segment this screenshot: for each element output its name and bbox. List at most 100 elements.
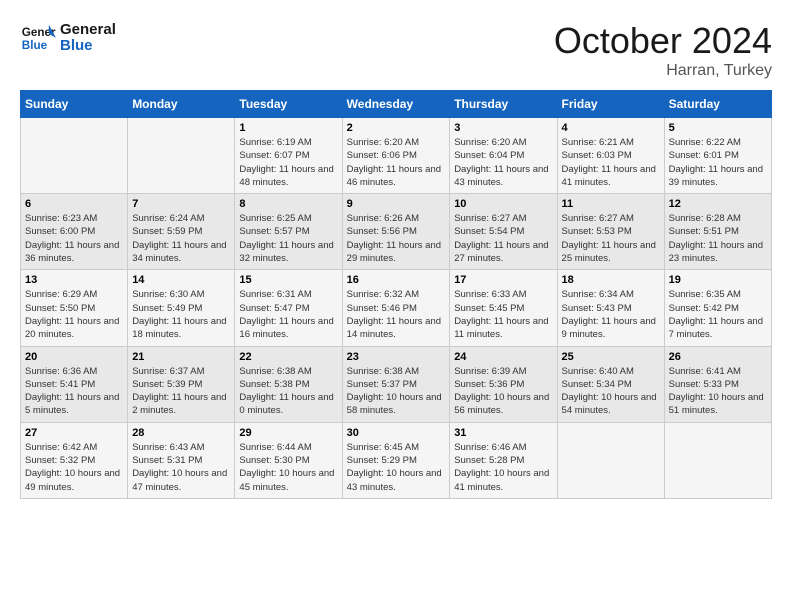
day-number: 14 [132,274,230,286]
calendar-cell: 11Sunrise: 6:27 AM Sunset: 5:53 PM Dayli… [557,194,664,270]
calendar-cell: 23 Sunrise: 6:38 AM Sunset: 5:37 PM Dayli… [342,346,450,422]
day-number: 31 [454,427,552,439]
days-header-row: SundayMondayTuesdayWednesdayThursdayFrid… [21,91,772,118]
calendar-cell: 10 Sunrise: 6:27 AM Sunset: 5:54 PM Dayli… [450,194,557,270]
calendar-cell: 20Sunrise: 6:36 AM Sunset: 5:41 PM Dayli… [21,346,128,422]
day-header-monday: Monday [128,91,235,118]
day-number: 10 [454,198,552,210]
day-number: 7 [132,198,230,210]
day-detail: Sunrise: 6:35 AM Sunset: 5:42 PM Dayligh… [669,288,767,341]
calendar-cell: 7Sunrise: 6:24 AM Sunset: 5:59 PM Daylig… [128,194,235,270]
calendar-cell: 17 Sunrise: 6:33 AM Sunset: 5:45 PM Dayli… [450,270,557,346]
day-detail: Sunrise: 6:34 AM Sunset: 5:43 PM Dayligh… [562,288,660,341]
day-number: 23 [347,351,446,363]
day-number: 3 [454,122,552,134]
calendar-cell: 26 Sunrise: 6:41 AM Sunset: 5:33 PM Dayli… [664,346,771,422]
calendar-cell: 25Sunrise: 6:40 AM Sunset: 5:34 PM Dayli… [557,346,664,422]
calendar-cell: 12Sunrise: 6:28 AM Sunset: 5:51 PM Dayli… [664,194,771,270]
week-row-1: 1 Sunrise: 6:19 AM Sunset: 6:07 PM Daylig… [21,118,772,194]
day-detail: Sunrise: 6:27 AM Sunset: 5:54 PM Dayligh… [454,212,552,265]
day-header-saturday: Saturday [664,91,771,118]
day-number: 25 [562,351,660,363]
week-row-3: 13 Sunrise: 6:29 AM Sunset: 5:50 PM Dayli… [21,270,772,346]
calendar-cell: 24Sunrise: 6:39 AM Sunset: 5:36 PM Dayli… [450,346,557,422]
week-row-5: 27 Sunrise: 6:42 AM Sunset: 5:32 PM Dayli… [21,422,772,498]
day-header-tuesday: Tuesday [235,91,342,118]
day-detail: Sunrise: 6:25 AM Sunset: 5:57 PM Dayligh… [239,212,337,265]
day-detail: Sunrise: 6:29 AM Sunset: 5:50 PM Dayligh… [25,288,123,341]
title-section: October 2024 Harran, Turkey [554,20,772,80]
day-detail: Sunrise: 6:23 AM Sunset: 6:00 PM Dayligh… [25,212,123,265]
calendar-cell: 9Sunrise: 6:26 AM Sunset: 5:56 PM Daylig… [342,194,450,270]
calendar-cell [128,118,235,194]
day-number: 30 [347,427,446,439]
day-number: 4 [562,122,660,134]
day-number: 9 [347,198,446,210]
calendar-cell: 14 Sunrise: 6:30 AM Sunset: 5:49 PM Dayli… [128,270,235,346]
day-detail: Sunrise: 6:46 AM Sunset: 5:28 PM Dayligh… [454,441,552,494]
day-number: 1 [239,122,337,134]
day-detail: Sunrise: 6:20 AM Sunset: 6:04 PM Dayligh… [454,136,552,189]
day-detail: Sunrise: 6:27 AM Sunset: 5:53 PM Dayligh… [562,212,660,265]
day-detail: Sunrise: 6:42 AM Sunset: 5:32 PM Dayligh… [25,441,123,494]
day-detail: Sunrise: 6:43 AM Sunset: 5:31 PM Dayligh… [132,441,230,494]
day-detail: Sunrise: 6:33 AM Sunset: 5:45 PM Dayligh… [454,288,552,341]
day-header-wednesday: Wednesday [342,91,450,118]
day-detail: Sunrise: 6:32 AM Sunset: 5:46 PM Dayligh… [347,288,446,341]
calendar-cell: 18 Sunrise: 6:34 AM Sunset: 5:43 PM Dayli… [557,270,664,346]
day-number: 8 [239,198,337,210]
calendar-cell [21,118,128,194]
svg-text:Blue: Blue [22,39,48,52]
day-header-friday: Friday [557,91,664,118]
calendar-cell: 27 Sunrise: 6:42 AM Sunset: 5:32 PM Dayli… [21,422,128,498]
calendar-cell: 15Sunrise: 6:31 AM Sunset: 5:47 PM Dayli… [235,270,342,346]
day-number: 18 [562,274,660,286]
day-number: 29 [239,427,337,439]
day-header-sunday: Sunday [21,91,128,118]
calendar-cell: 1 Sunrise: 6:19 AM Sunset: 6:07 PM Daylig… [235,118,342,194]
day-detail: Sunrise: 6:37 AM Sunset: 5:39 PM Dayligh… [132,365,230,418]
logo-icon: General Blue [20,20,56,56]
day-detail: Sunrise: 6:39 AM Sunset: 5:36 PM Dayligh… [454,365,552,418]
day-detail: Sunrise: 6:19 AM Sunset: 6:07 PM Dayligh… [239,136,337,189]
logo: General Blue General Blue [20,20,116,56]
day-detail: Sunrise: 6:30 AM Sunset: 5:49 PM Dayligh… [132,288,230,341]
day-number: 21 [132,351,230,363]
day-detail: Sunrise: 6:20 AM Sunset: 6:06 PM Dayligh… [347,136,446,189]
calendar-cell [664,422,771,498]
calendar-cell: 22Sunrise: 6:38 AM Sunset: 5:38 PM Dayli… [235,346,342,422]
day-detail: Sunrise: 6:45 AM Sunset: 5:29 PM Dayligh… [347,441,446,494]
logo-blue-text: Blue [60,38,116,55]
calendar-cell: 6 Sunrise: 6:23 AM Sunset: 6:00 PM Daylig… [21,194,128,270]
day-number: 16 [347,274,446,286]
day-detail: Sunrise: 6:22 AM Sunset: 6:01 PM Dayligh… [669,136,767,189]
calendar-cell: 30 Sunrise: 6:45 AM Sunset: 5:29 PM Dayli… [342,422,450,498]
day-number: 26 [669,351,767,363]
day-detail: Sunrise: 6:41 AM Sunset: 5:33 PM Dayligh… [669,365,767,418]
calendar-cell: 28 Sunrise: 6:43 AM Sunset: 5:31 PM Dayli… [128,422,235,498]
calendar-cell: 2Sunrise: 6:20 AM Sunset: 6:06 PM Daylig… [342,118,450,194]
calendar-cell: 13 Sunrise: 6:29 AM Sunset: 5:50 PM Dayli… [21,270,128,346]
month-year-title: October 2024 [554,20,772,62]
week-row-4: 20Sunrise: 6:36 AM Sunset: 5:41 PM Dayli… [21,346,772,422]
calendar-table: SundayMondayTuesdayWednesdayThursdayFrid… [20,90,772,499]
day-number: 28 [132,427,230,439]
calendar-cell [557,422,664,498]
logo-general-text: General [60,22,116,39]
calendar-cell: 4Sunrise: 6:21 AM Sunset: 6:03 PM Daylig… [557,118,664,194]
calendar-cell: 29 Sunrise: 6:44 AM Sunset: 5:30 PM Dayli… [235,422,342,498]
day-detail: Sunrise: 6:36 AM Sunset: 5:41 PM Dayligh… [25,365,123,418]
calendar-cell: 21 Sunrise: 6:37 AM Sunset: 5:39 PM Dayli… [128,346,235,422]
day-number: 27 [25,427,123,439]
location-title: Harran, Turkey [554,62,772,80]
day-number: 13 [25,274,123,286]
day-number: 6 [25,198,123,210]
day-number: 17 [454,274,552,286]
day-detail: Sunrise: 6:38 AM Sunset: 5:37 PM Dayligh… [347,365,446,418]
day-header-thursday: Thursday [450,91,557,118]
page-header: General Blue General Blue October 2024 H… [20,20,772,80]
day-detail: Sunrise: 6:28 AM Sunset: 5:51 PM Dayligh… [669,212,767,265]
day-number: 5 [669,122,767,134]
day-number: 19 [669,274,767,286]
day-detail: Sunrise: 6:44 AM Sunset: 5:30 PM Dayligh… [239,441,337,494]
